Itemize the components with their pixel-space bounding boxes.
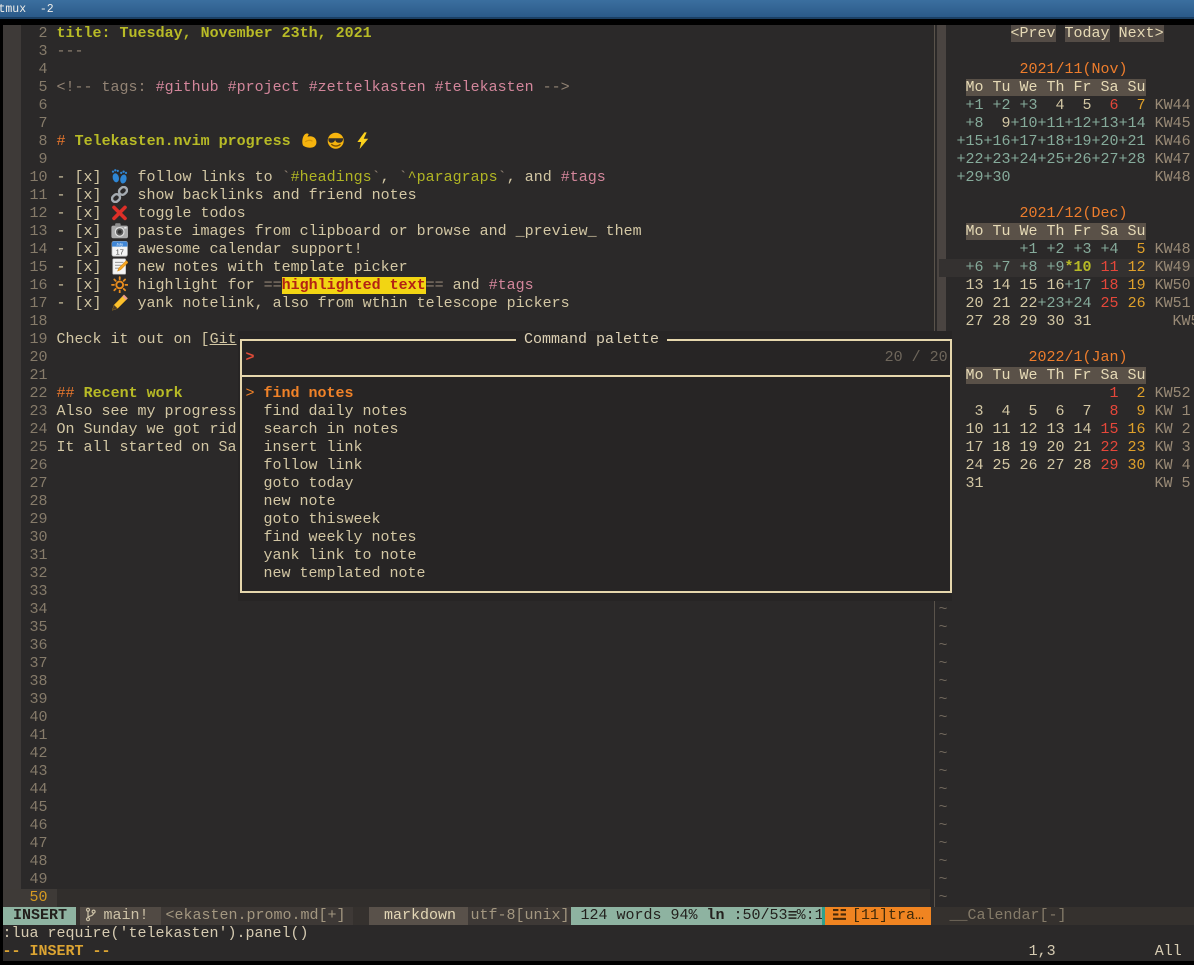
svg-text:17: 17 (116, 247, 124, 256)
svg-text:July: July (116, 242, 123, 246)
